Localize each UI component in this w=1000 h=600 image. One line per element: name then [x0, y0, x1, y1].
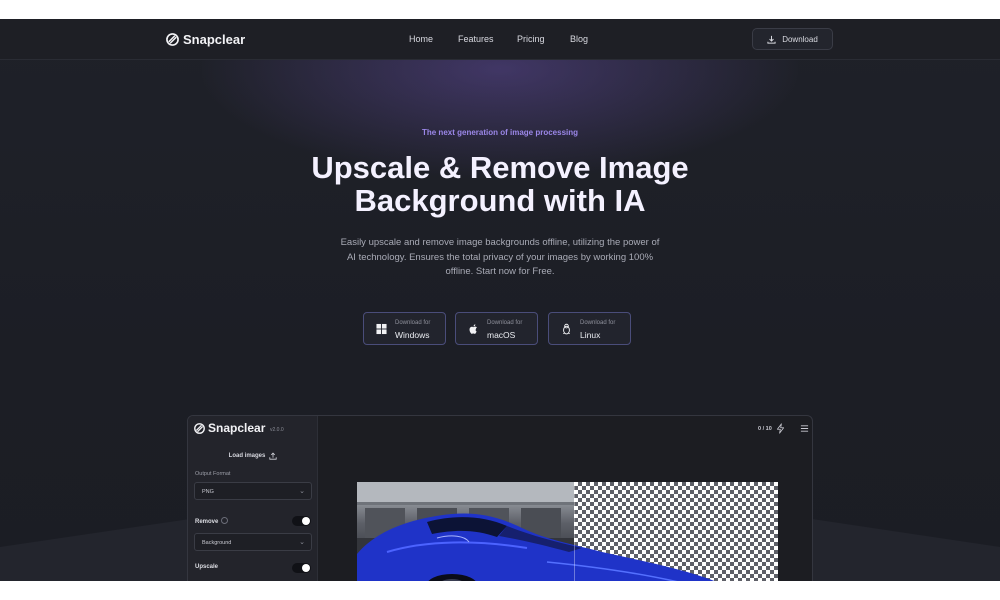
- app-brand-name: Snapclear: [208, 421, 266, 435]
- output-format-select[interactable]: PNG ⌄: [194, 482, 312, 500]
- app-version: v2.0.0: [270, 427, 284, 433]
- remove-toggle[interactable]: [292, 516, 311, 526]
- download-icon: [767, 35, 776, 44]
- nav-download-button[interactable]: Download: [752, 28, 833, 50]
- download-linux-button[interactable]: Download for Linux: [548, 312, 631, 345]
- image-comparison-canvas[interactable]: [357, 482, 778, 581]
- upload-icon: [269, 452, 277, 460]
- chevron-down-icon: ⌄: [299, 539, 305, 546]
- decorative-wedge-right: [812, 519, 1000, 581]
- load-images-label: Load images: [228, 453, 266, 459]
- remove-option-value: Background: [202, 540, 232, 546]
- nav-links: Home Features Pricing Blog: [0, 34, 1000, 48]
- download-windows-os: Windows: [395, 330, 430, 340]
- download-macos-button[interactable]: Download for macOS: [455, 312, 538, 345]
- windows-icon: [376, 323, 387, 335]
- bolt-icon[interactable]: [776, 423, 785, 434]
- remove-label: Remove: [195, 517, 229, 525]
- nav-link-home[interactable]: Home: [409, 34, 433, 44]
- landing-page: Snapclear Home Features Pricing Blog Dow…: [0, 19, 1000, 581]
- snapclear-logo-icon: [194, 422, 205, 434]
- output-format-label: Output Format: [195, 471, 231, 477]
- nav-link-blog[interactable]: Blog: [570, 34, 588, 44]
- download-windows-caption: Download for: [395, 320, 431, 326]
- output-format-value: PNG: [202, 489, 214, 495]
- nav-link-features[interactable]: Features: [458, 34, 494, 44]
- hero-title-line-2: Background with IA: [354, 183, 646, 218]
- download-macos-caption: Download for: [487, 320, 523, 326]
- hamburger-menu-icon[interactable]: [800, 424, 809, 433]
- upscale-label: Upscale: [195, 564, 219, 570]
- nav-download-label: Download: [782, 34, 818, 44]
- image-counter: 0 / 10: [758, 426, 772, 432]
- remove-option-select[interactable]: Background ⌄: [194, 533, 312, 551]
- download-windows-button[interactable]: Download for Windows: [363, 312, 446, 345]
- remove-label-text: Remove: [195, 519, 219, 525]
- hero-title-line-1: Upscale & Remove Image: [311, 150, 689, 185]
- linux-icon: [563, 323, 570, 335]
- info-icon: [221, 517, 229, 524]
- download-linux-caption: Download for: [580, 320, 616, 326]
- nav-link-pricing[interactable]: Pricing: [517, 34, 545, 44]
- blue-car-image: [357, 513, 715, 581]
- hero-title: Upscale & Remove Image Background with I…: [0, 151, 1000, 217]
- hero-subtitle: Easily upscale and remove image backgrou…: [340, 237, 660, 277]
- load-images-button[interactable]: Load images: [188, 452, 318, 460]
- decorative-wedge-left: [0, 519, 190, 581]
- top-nav: Snapclear Home Features Pricing Blog Dow…: [0, 19, 1000, 60]
- app-sidebar: Snapclear v2.0.0 Load images Output Form…: [188, 416, 318, 581]
- hero-eyebrow: The next generation of image processing: [421, 128, 579, 137]
- download-macos-os: macOS: [487, 330, 516, 340]
- chevron-down-icon: ⌄: [299, 488, 305, 495]
- comparison-divider[interactable]: [574, 482, 575, 581]
- upscale-toggle[interactable]: [292, 563, 311, 573]
- apple-icon: [469, 324, 477, 334]
- app-preview-window: Snapclear v2.0.0 Load images Output Form…: [187, 415, 813, 581]
- download-linux-os: Linux: [580, 330, 601, 340]
- app-brand-logo: Snapclear: [194, 421, 265, 435]
